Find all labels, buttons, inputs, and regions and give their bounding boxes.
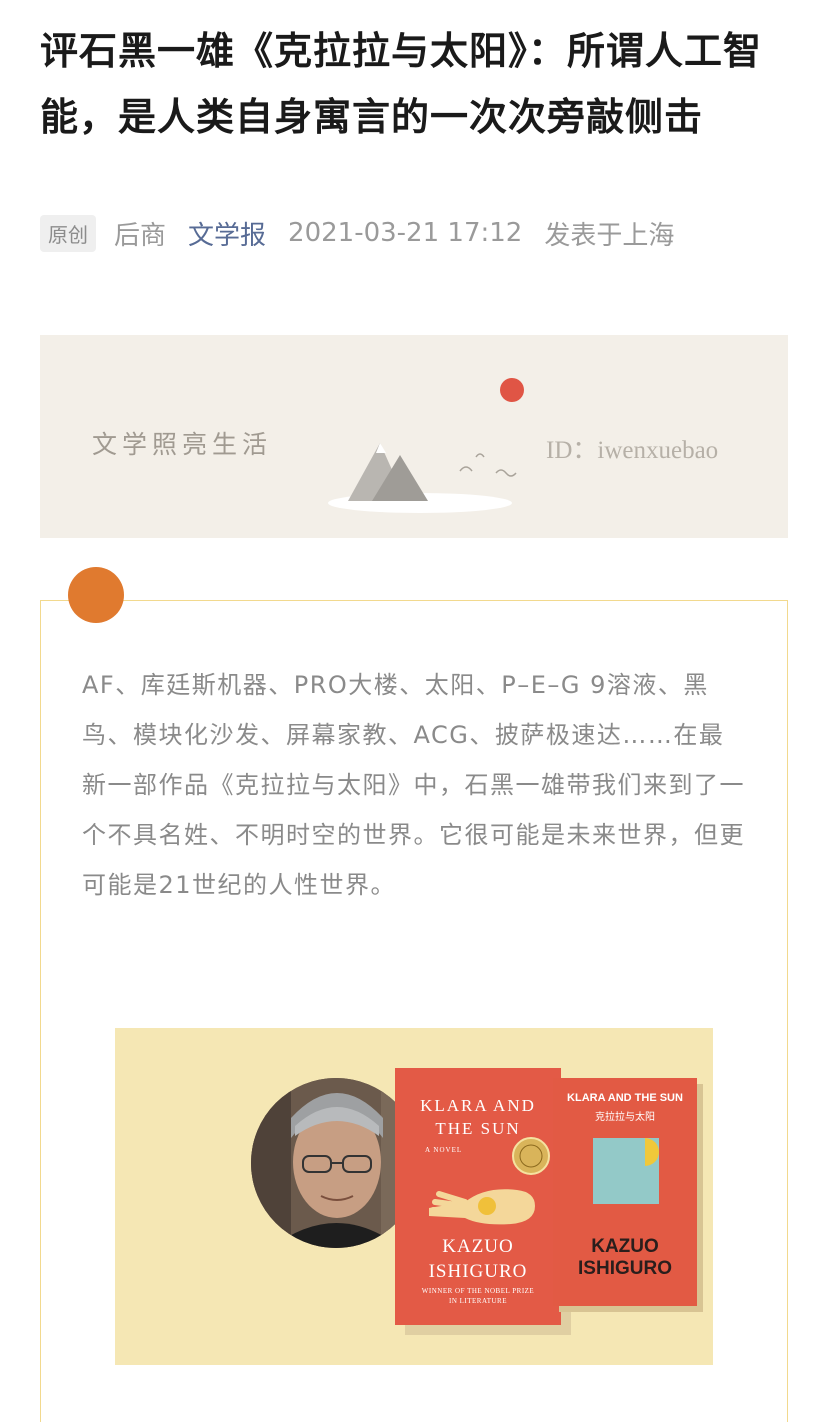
intro-paragraph: AF、库廷斯机器、PRO大楼、太阳、P–E–G 9溶液、黑鸟、模块化沙发、屏幕家… xyxy=(82,671,745,899)
banner-account-id: ID：iwenxuebao xyxy=(546,437,719,464)
book2-title: KLARA AND THE SUN xyxy=(567,1092,683,1104)
book-cover-english: KLARA AND THE SUN A NOVEL KAZUO ISHIGURO… xyxy=(395,1068,561,1325)
mountain-sun-logo-icon xyxy=(328,378,524,513)
author-name: 后商 xyxy=(114,220,167,251)
header-banner-image: 文学照亮生活 ID：iwenxuebao xyxy=(40,335,788,538)
hand-with-sun-icon xyxy=(429,1189,535,1225)
article-title: 评石黑一雄《克拉拉与太阳》：所谓人工智能，是人类自身寓言的一次次旁敲侧击 xyxy=(40,29,763,139)
article-meta: 原创 后商 文学报 2021-03-21 17:12 发表于上海 xyxy=(40,214,674,252)
accent-dot xyxy=(68,567,124,623)
award-seal-icon xyxy=(512,1137,550,1175)
book1-award-line2: IN LITERATURE xyxy=(448,1297,508,1305)
account-link[interactable]: 文学报 xyxy=(188,215,266,252)
publish-location: 发表于上海 xyxy=(544,220,675,251)
book1-subtitle: A NOVEL xyxy=(425,1146,463,1154)
original-badge: 原创 xyxy=(40,214,96,252)
publish-date: 2021-03-21 17:12 xyxy=(288,218,523,248)
book2-author-line1: KAZUO xyxy=(591,1236,659,1257)
book1-title-line1: KLARA AND xyxy=(420,1096,536,1115)
book2-title-cn: 克拉拉与太阳 xyxy=(595,1112,655,1123)
book2-author-line2: ISHIGURO xyxy=(578,1258,672,1279)
book-cover-image[interactable]: KLARA AND THE SUN A NOVEL KAZUO ISHIGURO… xyxy=(115,1028,713,1365)
book1-author-line1: KAZUO xyxy=(442,1236,514,1257)
book1-author-line2: ISHIGURO xyxy=(428,1261,528,1282)
banner-slogan: 文学照亮生活 xyxy=(92,430,273,459)
book1-award-line1: WINNER OF THE NOBEL PRIZE xyxy=(421,1287,535,1295)
book-cover-chinese: KLARA AND THE SUN 克拉拉与太阳 KAZUO ISHIGURO xyxy=(553,1078,697,1306)
